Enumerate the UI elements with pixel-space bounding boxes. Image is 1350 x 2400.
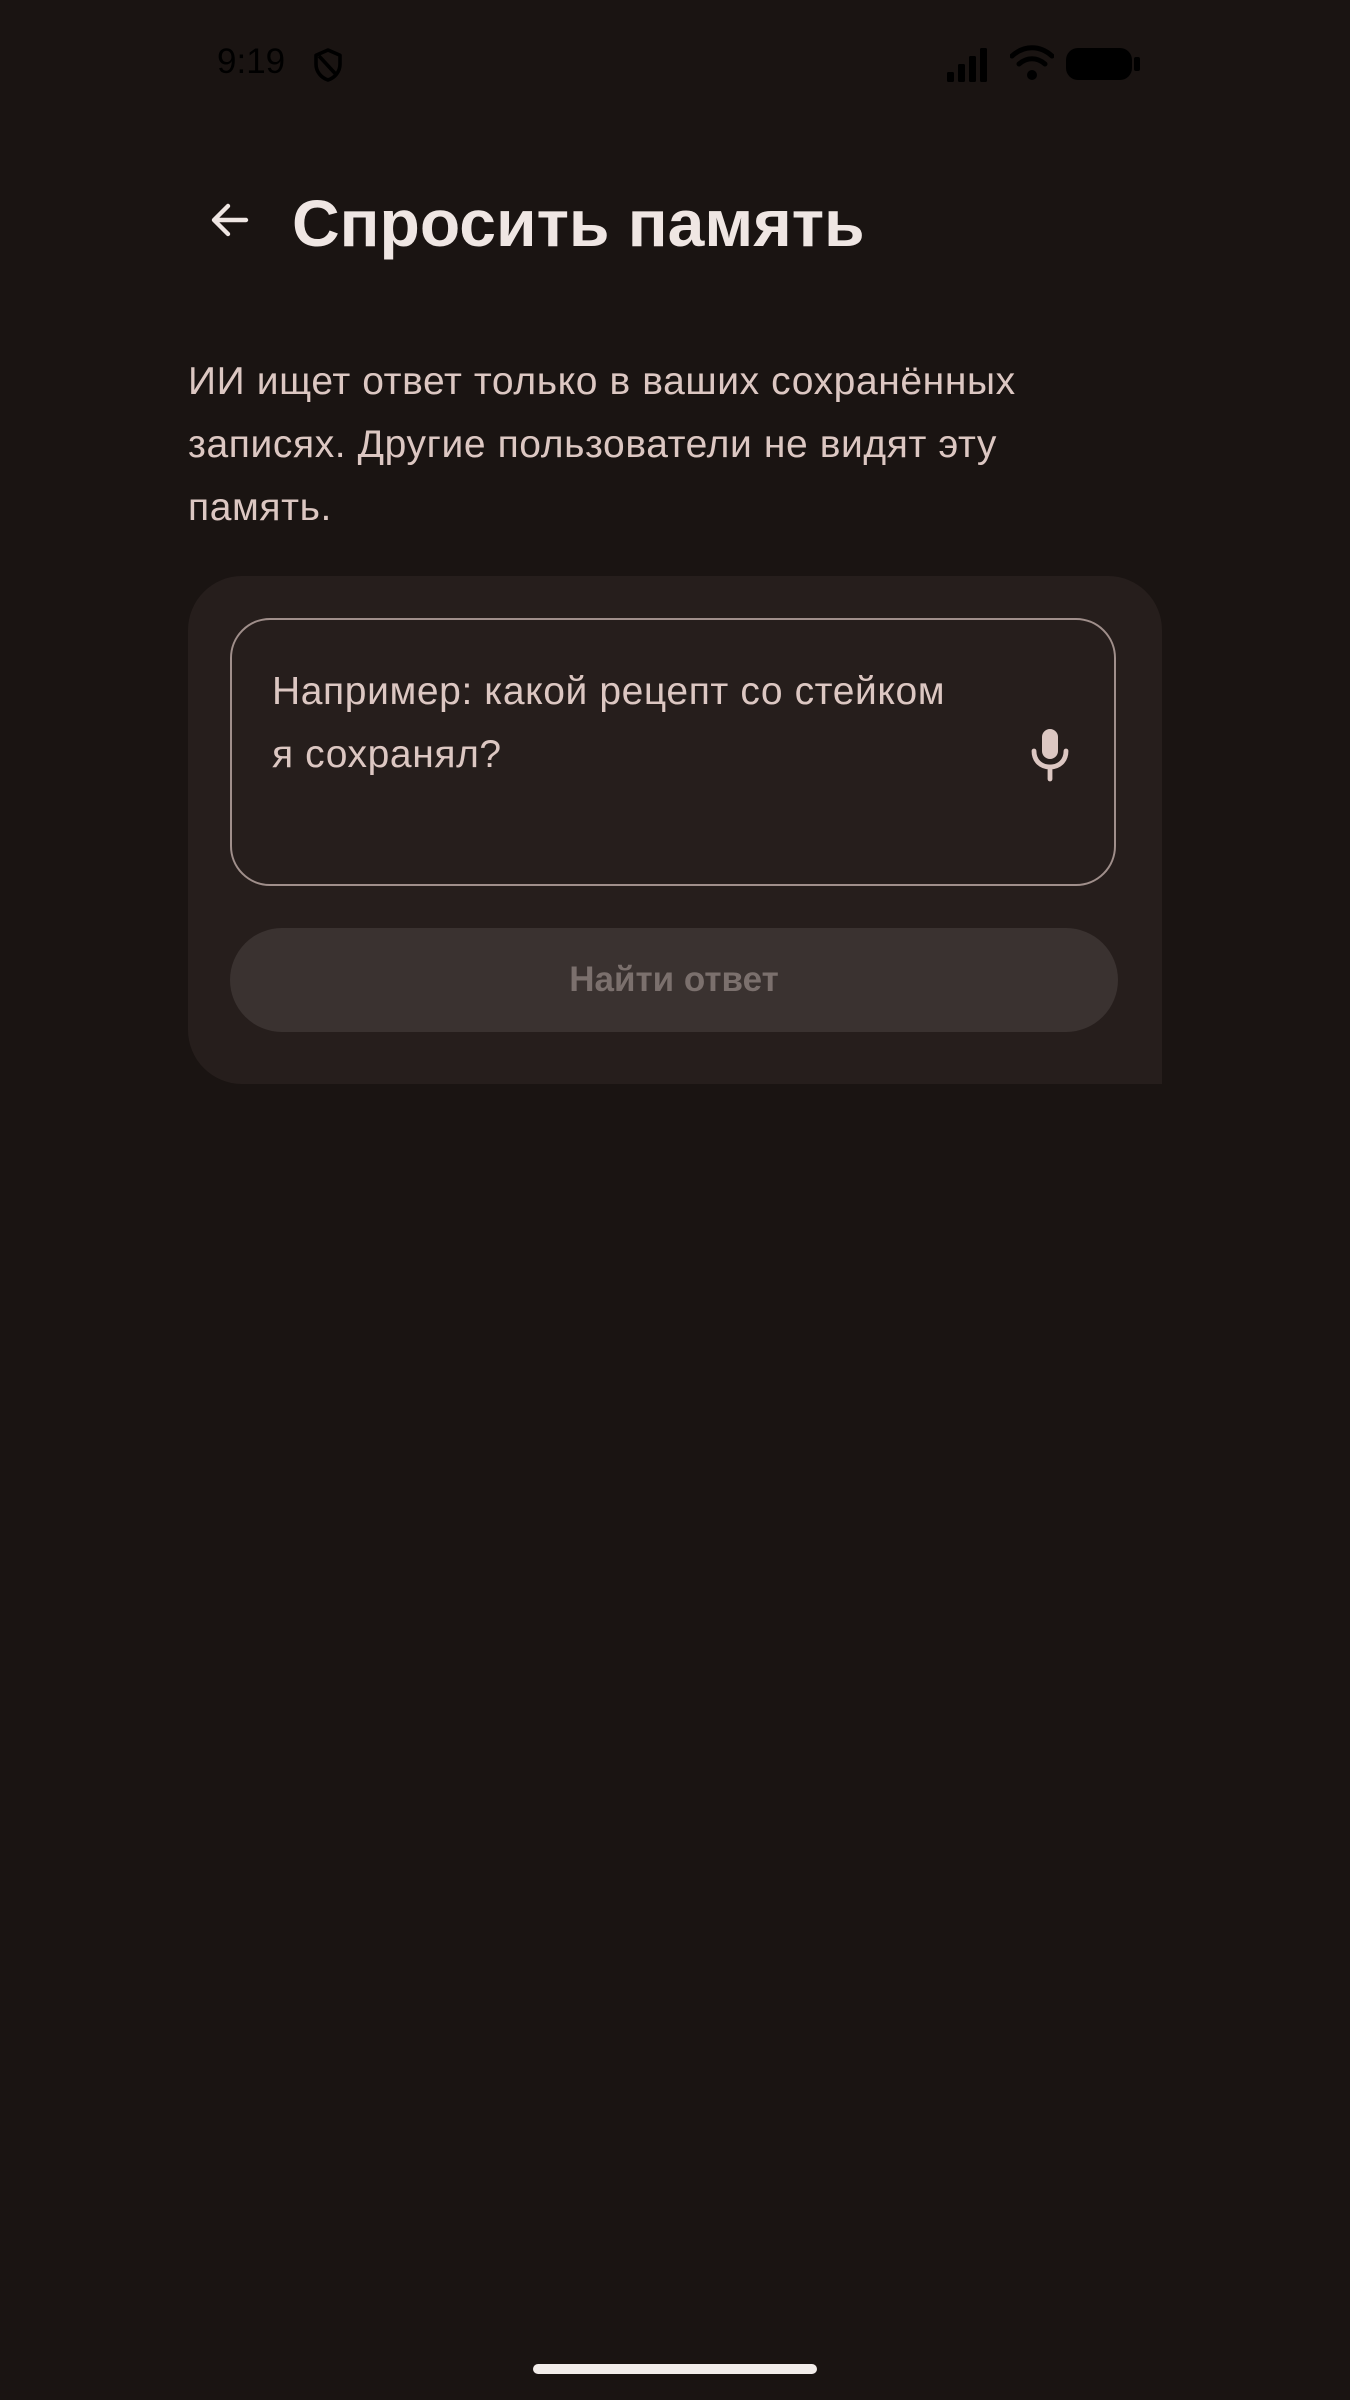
voice-input-button[interactable] bbox=[1020, 720, 1080, 790]
microphone-icon bbox=[1031, 729, 1069, 782]
back-button[interactable] bbox=[190, 180, 270, 260]
description-text: ИИ ищет ответ только в ваших сохранённых… bbox=[188, 360, 1016, 529]
ask-card: Например: какой рецепт со стейком я сохр… bbox=[188, 576, 1162, 1084]
home-indicator[interactable] bbox=[533, 2364, 817, 2374]
find-answer-button[interactable]: Найти ответ bbox=[230, 928, 1118, 1032]
signal-icon bbox=[947, 48, 987, 82]
shield-icon bbox=[314, 48, 342, 82]
query-input[interactable]: Например: какой рецепт со стейком я сохр… bbox=[230, 618, 1116, 886]
status-time: 9:19 bbox=[217, 42, 286, 81]
status-bar: 9:19 bbox=[0, 0, 1350, 130]
page-title: Спросить память bbox=[292, 186, 865, 260]
battery-icon bbox=[1066, 48, 1140, 80]
wifi-icon bbox=[1010, 45, 1054, 80]
arrow-left-icon bbox=[211, 203, 249, 237]
query-placeholder: Например: какой рецепт со стейком я сохр… bbox=[272, 670, 946, 776]
